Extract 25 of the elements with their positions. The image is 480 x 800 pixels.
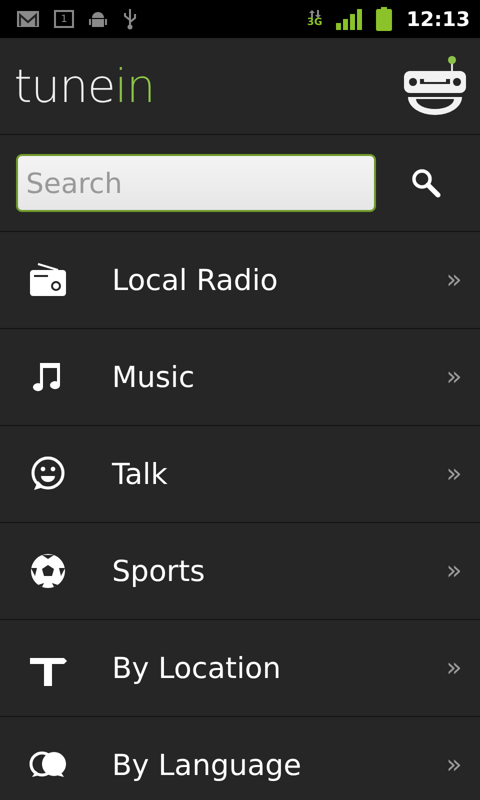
signal-icon [336, 8, 362, 30]
chevron-icon: » [446, 750, 462, 780]
radio-mascot-icon[interactable] [402, 55, 468, 117]
menu-item[interactable]: Music » [0, 329, 480, 426]
data-arrows-icon [308, 10, 321, 18]
app-logo: tunein [14, 59, 155, 113]
menu-item[interactable]: Local Radio » [0, 232, 480, 329]
search-field[interactable]: Search [16, 154, 376, 212]
menu-item[interactable]: Talk » [0, 426, 480, 523]
clock-time: 12:13 [406, 7, 470, 31]
chevron-icon: » [446, 556, 462, 586]
soccer-ball-icon [28, 551, 68, 591]
network-type: 3G [307, 18, 322, 28]
menu-item[interactable]: Sports » [0, 523, 480, 620]
chevron-icon: » [446, 459, 462, 489]
chevron-icon: » [446, 362, 462, 392]
android-icon [88, 9, 108, 29]
calendar-icon: 1 [54, 10, 74, 28]
mail-icon [16, 10, 40, 28]
usb-icon [122, 8, 138, 30]
chevron-icon: » [446, 265, 462, 295]
chevron-icon: » [446, 653, 462, 683]
menu-item[interactable]: By Language » [0, 717, 480, 800]
battery-icon [376, 7, 392, 31]
menu-item[interactable]: By Location » [0, 620, 480, 717]
